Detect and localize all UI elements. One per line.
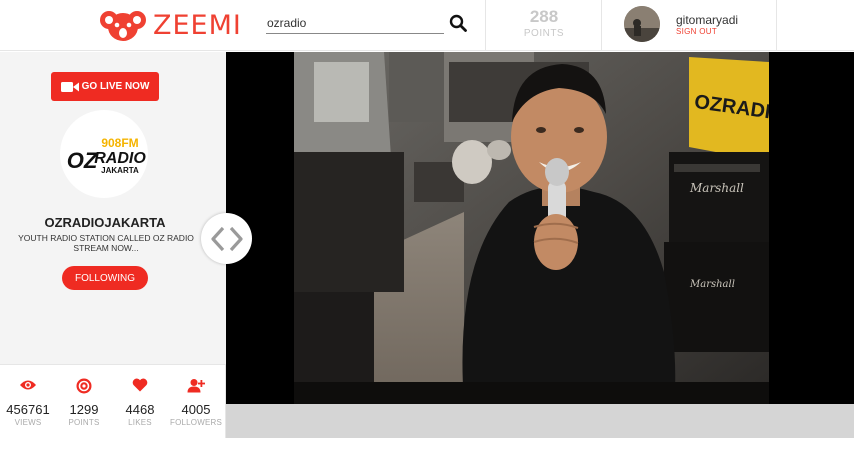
channel-stats: 456761 VIEWS 1299 POINTS 4468 LIKES 4005…	[0, 364, 226, 438]
channel-description: YOUTH RADIO STATION CALLED OZ RADIO STRE…	[18, 233, 194, 253]
search-icon[interactable]	[449, 14, 467, 32]
svg-text:RADIO: RADIO	[94, 150, 146, 167]
navbar-divider	[776, 0, 777, 51]
brand-name: ZEEMI	[153, 9, 242, 41]
points-icon	[76, 378, 92, 394]
stat-points: 1299 POINTS	[56, 365, 112, 438]
user-menu: gitomaryadi SIGN OUT	[602, 0, 776, 51]
search-bar	[266, 12, 467, 34]
stat-views: 456761 VIEWS	[0, 365, 56, 438]
channel-avatar[interactable]: 908FM OZ RADIO JAKARTA	[60, 110, 148, 198]
go-live-button[interactable]: GO LIVE NOW	[51, 72, 159, 101]
svg-text:908FM: 908FM	[101, 136, 138, 150]
amp-brand-text: Marshall	[689, 181, 744, 195]
views-label: VIEWS	[14, 418, 42, 427]
video-camera-icon	[60, 81, 79, 92]
signout-link[interactable]: SIGN OUT	[676, 27, 717, 36]
add-user-icon	[187, 379, 205, 393]
video-player[interactable]: OZRADIO Marshall Marshall	[226, 52, 854, 404]
video-controls-area	[226, 404, 854, 438]
chevrons-left-right-icon	[210, 226, 243, 251]
toggle-sidebar-button[interactable]	[201, 213, 252, 264]
heart-icon	[132, 378, 148, 392]
username[interactable]: gitomaryadi	[676, 13, 738, 27]
points-stat-label: POINTS	[68, 418, 100, 427]
zeemi-logo[interactable]: ZEEMI	[100, 6, 242, 44]
avatar-image	[624, 6, 660, 42]
following-button[interactable]: FOLLOWING	[62, 266, 148, 290]
likes-label: LIKES	[128, 418, 152, 427]
svg-text:JAKARTA: JAKARTA	[101, 166, 139, 175]
eye-icon	[20, 380, 36, 390]
views-count: 456761	[6, 402, 50, 417]
oz-radio-logo: 908FM OZ RADIO JAKARTA	[67, 136, 147, 175]
channel-sidebar: GO LIVE NOW 908FM OZ RADIO JAKARTA OZRAD…	[0, 52, 226, 438]
points-count: 1299	[69, 402, 99, 417]
followers-count: 4005	[181, 402, 211, 417]
go-live-label: GO LIVE NOW	[81, 81, 150, 92]
stat-followers: 4005 FOLLOWERS	[168, 365, 224, 438]
stat-likes: 4468 LIKES	[112, 365, 168, 438]
points-value: 288	[529, 7, 559, 26]
koala-logo-icon	[100, 11, 146, 41]
avatar[interactable]	[624, 6, 660, 42]
video-still: OZRADIO Marshall Marshall	[294, 52, 769, 404]
user-points[interactable]: 288 POINTS	[486, 0, 602, 51]
likes-count: 4468	[125, 402, 155, 417]
channel-name: OZRADIOJAKARTA	[44, 215, 166, 230]
search-input[interactable]	[266, 12, 444, 34]
top-navbar: ZEEMI 288 POINTS gitomaryadi SIGN OUT	[0, 0, 854, 51]
followers-label: FOLLOWERS	[169, 418, 223, 427]
points-label: POINTS	[523, 28, 565, 39]
amp-brand-text: Marshall	[689, 279, 735, 290]
live-video-frame[interactable]: OZRADIO Marshall Marshall	[294, 52, 769, 404]
